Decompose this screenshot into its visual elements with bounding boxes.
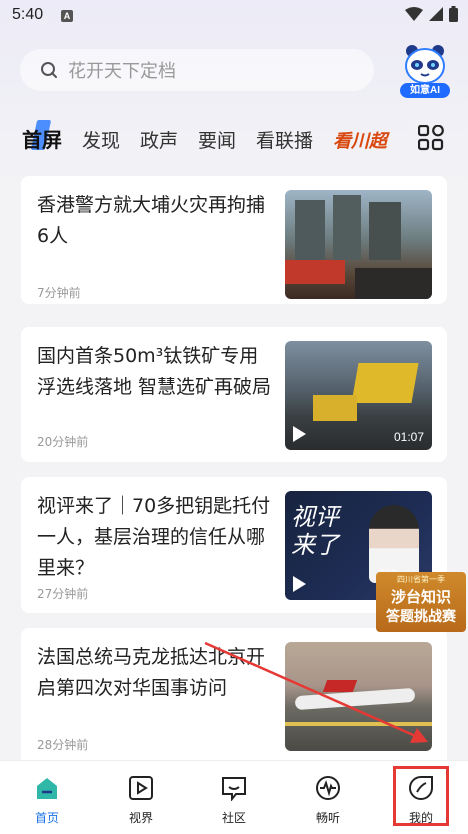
nav-listen[interactable]: 畅听 xyxy=(281,761,375,826)
nav-label: 畅听 xyxy=(315,811,340,825)
nav-home[interactable]: 首页 xyxy=(0,761,94,826)
promo-banner[interactable]: 四川省第一季 涉台知识 答题挑战赛 xyxy=(376,572,466,634)
promo-subtitle: 四川省第一季 xyxy=(397,575,445,584)
promo-line-2: 答题挑战赛 xyxy=(386,609,456,625)
nav-label: 社区 xyxy=(221,811,246,825)
highlight-annotation-box xyxy=(393,766,449,826)
chat-icon xyxy=(222,777,246,802)
nav-label: 视界 xyxy=(128,811,153,825)
nav-label: 首页 xyxy=(34,811,59,825)
listen-icon xyxy=(316,776,340,800)
home-icon xyxy=(37,778,57,799)
nav-community[interactable]: 社区 xyxy=(187,761,281,826)
play-icon xyxy=(129,776,153,800)
annotation-arrow xyxy=(204,641,428,743)
nav-vision[interactable]: 视界 xyxy=(94,761,188,826)
promo-line-1: 涉台知识 xyxy=(390,588,451,606)
